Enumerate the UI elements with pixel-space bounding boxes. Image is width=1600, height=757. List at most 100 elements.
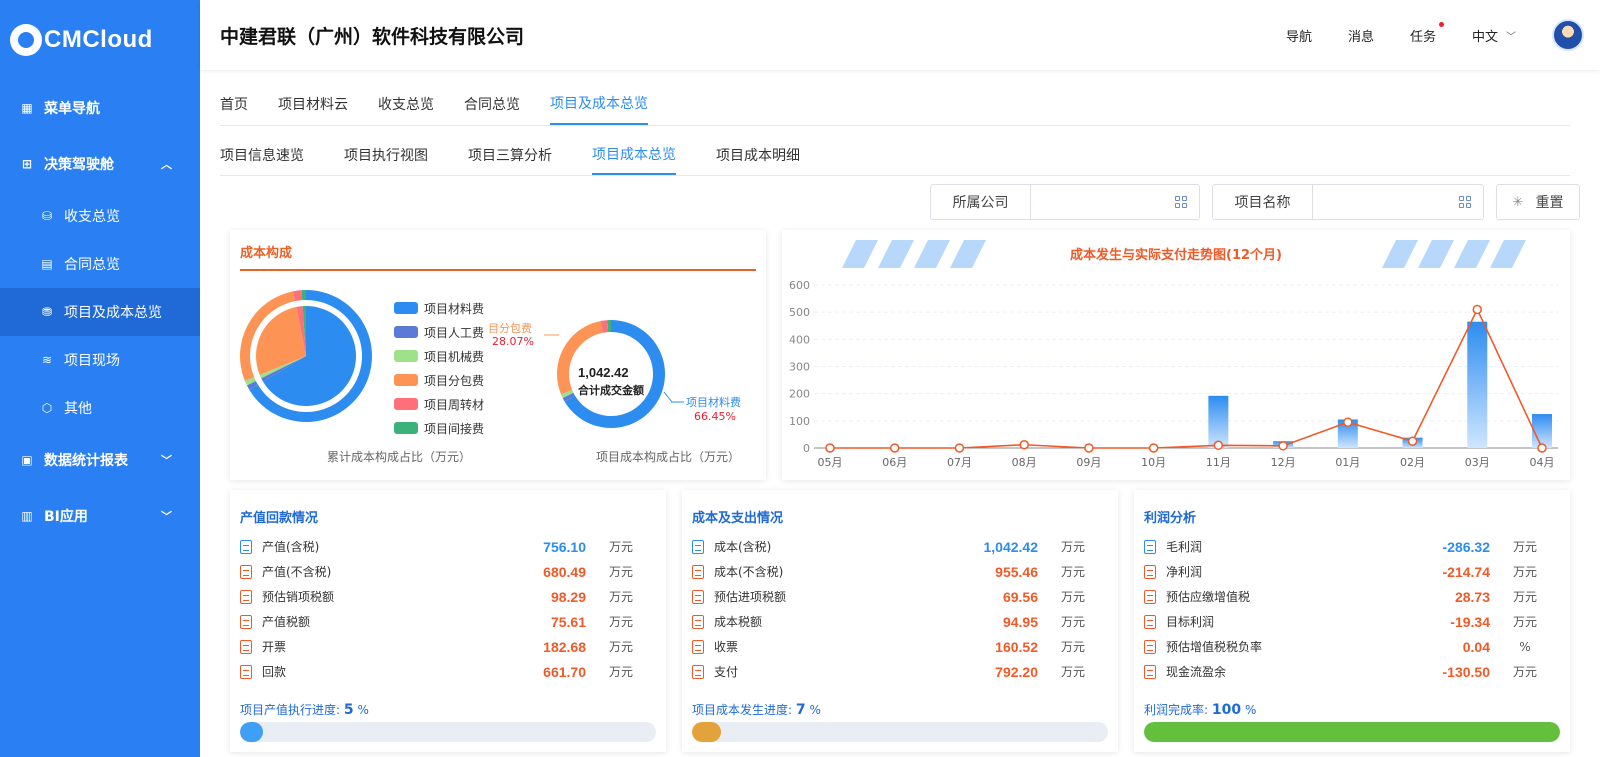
legend-swatch [394, 398, 418, 410]
company-filter-input[interactable] [1031, 185, 1199, 219]
sidebar-item-cockpit[interactable]: ⊞ 决策驾驶舱 ︿ [0, 136, 200, 192]
x-tick-label: 09月 [1076, 456, 1101, 469]
stat-row: 支付 792.20 万元 [692, 659, 1108, 684]
tab-income-expense[interactable]: 收支总览 [378, 82, 434, 125]
legend-label: 项目间接费 [424, 421, 485, 436]
stat-unit: 万元 [1060, 565, 1085, 579]
legend-item-subcontract[interactable]: 项目分包费 [394, 368, 484, 392]
stat-value: 69.56 [1002, 588, 1038, 605]
stat-label: 成本税额 [714, 615, 763, 629]
tab-cost-overview[interactable]: 项目成本总览 [592, 134, 676, 175]
stat-label: 产值税额 [262, 615, 311, 629]
sidebar-item-label: 决策驾驶舱 [44, 157, 114, 173]
x-tick-label: 10月 [1141, 456, 1166, 469]
tab-contracts[interactable]: 合同总览 [464, 82, 520, 125]
stat-row: 净利润 -214.74 万元 [1144, 559, 1560, 584]
expense-panel-title: 成本及支出情况 [692, 511, 784, 526]
legend-item-material[interactable]: 项目材料费 [394, 296, 484, 320]
cost-payment-trend-chart[interactable]: 成本发生与实际支付走势图(12个月) 0 100 200 300 400 500 600 05月… [782, 230, 1570, 480]
sidebar-item-reports[interactable]: ▣ 数据统计报表 ﹀ [0, 432, 200, 488]
legend-item-machinery[interactable]: 项目机械费 [394, 344, 484, 368]
stat-unit: 万元 [608, 640, 633, 654]
decorative-stripe [1454, 240, 1490, 268]
nav-link[interactable]: 导航 [1286, 26, 1312, 45]
profit-progress-fill [1144, 722, 1560, 742]
tab-three-budget[interactable]: 项目三算分析 [468, 134, 552, 175]
company-filter: 所属公司 [930, 184, 1200, 220]
donut-caption: 项目成本构成占比（万元） [596, 450, 741, 464]
stat-label: 预估应缴增值税 [1166, 590, 1251, 604]
language-select[interactable]: 中文 ﹀ [1472, 26, 1516, 45]
sidebar-item-project-site[interactable]: ≋ 项目现场 [0, 336, 200, 384]
sidebar-item-income-expense[interactable]: ⛁ 收支总览 [0, 192, 200, 240]
output-panel-title: 产值回款情况 [240, 511, 319, 526]
legend-item-indirect[interactable]: 项目间接费 [394, 416, 484, 440]
grid-outline-icon: ⊞ [21, 157, 33, 171]
logo[interactable]: CMCloud [0, 0, 200, 80]
profit-progress-bar [1144, 722, 1560, 742]
line-point [1343, 417, 1353, 427]
stat-value: 955.46 [995, 563, 1038, 580]
reset-button[interactable]: ✳ 重置 [1496, 184, 1580, 220]
stat-value: 661.70 [543, 663, 586, 680]
stat-value: 680.49 [543, 563, 586, 580]
sidebar-item-other[interactable]: ⬡ 其他 [0, 384, 200, 432]
sidebar-item-contracts[interactable]: ▤ 合同总览 [0, 240, 200, 288]
stat-unit: 万元 [1512, 615, 1537, 629]
cost-panel-title: 成本构成 [240, 246, 293, 261]
document-icon [1144, 614, 1156, 629]
callout-material-pct: 66.45% [694, 410, 736, 423]
bar-mark [1467, 321, 1488, 448]
x-tick-label: 08月 [1012, 456, 1037, 469]
document-icon [692, 614, 704, 629]
progress-text: 项目成本发生进度: [692, 703, 793, 717]
tab-execution-view[interactable]: 项目执行视图 [344, 134, 428, 175]
project-filter-input[interactable] [1313, 185, 1483, 219]
sidebar-item-label: 收支总览 [64, 209, 120, 225]
callout-subcontract-name: 目分包费 [488, 322, 532, 335]
document-icon [240, 564, 252, 579]
sidebar-item-project-cost[interactable]: ⛃ 项目及成本总览 [0, 288, 200, 336]
grid-select-icon[interactable] [1175, 196, 1187, 208]
x-tick-label: 06月 [882, 456, 907, 469]
decorative-stripe [878, 240, 914, 268]
messages-link[interactable]: 消息 [1348, 26, 1374, 45]
trend-chart-panel: 成本发生与实际支付走势图(12个月) 0 100 200 300 400 500 600 05月… [782, 230, 1570, 480]
stat-row: 开票 182.68 万元 [240, 634, 656, 659]
legend-swatch [394, 302, 418, 314]
tab-project-cost[interactable]: 项目及成本总览 [550, 82, 648, 125]
line-point [1019, 439, 1029, 450]
stat-label: 回款 [262, 665, 287, 679]
sidebar-item-bi[interactable]: ▥ BI应用 ﹀ [0, 488, 200, 544]
cumulative-cost-pie[interactable] [240, 290, 380, 430]
document-icon [240, 589, 252, 604]
y-tick-label: 0 [803, 442, 810, 455]
tab-home[interactable]: 首页 [220, 82, 248, 125]
language-label: 中文 [1471, 29, 1498, 45]
sidebar-item-label: 项目及成本总览 [64, 305, 162, 321]
legend-swatch [394, 326, 418, 338]
stat-label: 现金流盈余 [1166, 665, 1227, 679]
tab-cost-detail[interactable]: 项目成本明细 [716, 134, 800, 175]
tab-project-info[interactable]: 项目信息速览 [220, 134, 304, 175]
profit-analysis-panel: 利润分析 毛利润 -286.32 万元 净利润 -214.74 万元 预估应缴增值税 28.7… [1134, 490, 1570, 752]
primary-tabs: 首页 项目材料云 收支总览 合同总览 项目及成本总览 [220, 82, 1570, 126]
project-cost-donut[interactable]: 1,042.42 合计成交金额 目分包费28.07% 项目材料费66.45% [486, 310, 766, 430]
stat-unit: 万元 [1060, 590, 1085, 604]
tasks-link[interactable]: 任务 [1410, 21, 1444, 45]
output-receivables-panel: 产值回款情况 产值(含税) 756.10 万元 产值(不含税) 680.49 万元 预估销项… [230, 490, 666, 752]
sidebar-item-menu-nav[interactable]: ▦ 菜单导航 [0, 80, 200, 136]
tab-material-cloud[interactable]: 项目材料云 [278, 82, 348, 125]
sidebar-item-label: 合同总览 [64, 257, 120, 273]
avatar[interactable] [1552, 19, 1584, 51]
legend-swatch [394, 350, 418, 362]
progress-unit: % [809, 703, 821, 717]
sidebar-item-label: 项目现场 [64, 353, 120, 369]
document-icon [1144, 589, 1156, 604]
x-tick-label: 07月 [947, 456, 972, 469]
document-icon [1144, 664, 1156, 679]
legend-item-labor[interactable]: 项目人工费 [394, 320, 484, 344]
legend-item-turnover[interactable]: 项目周转材 [394, 392, 484, 416]
grid-select-icon[interactable] [1459, 196, 1471, 208]
line-point [1213, 440, 1224, 451]
